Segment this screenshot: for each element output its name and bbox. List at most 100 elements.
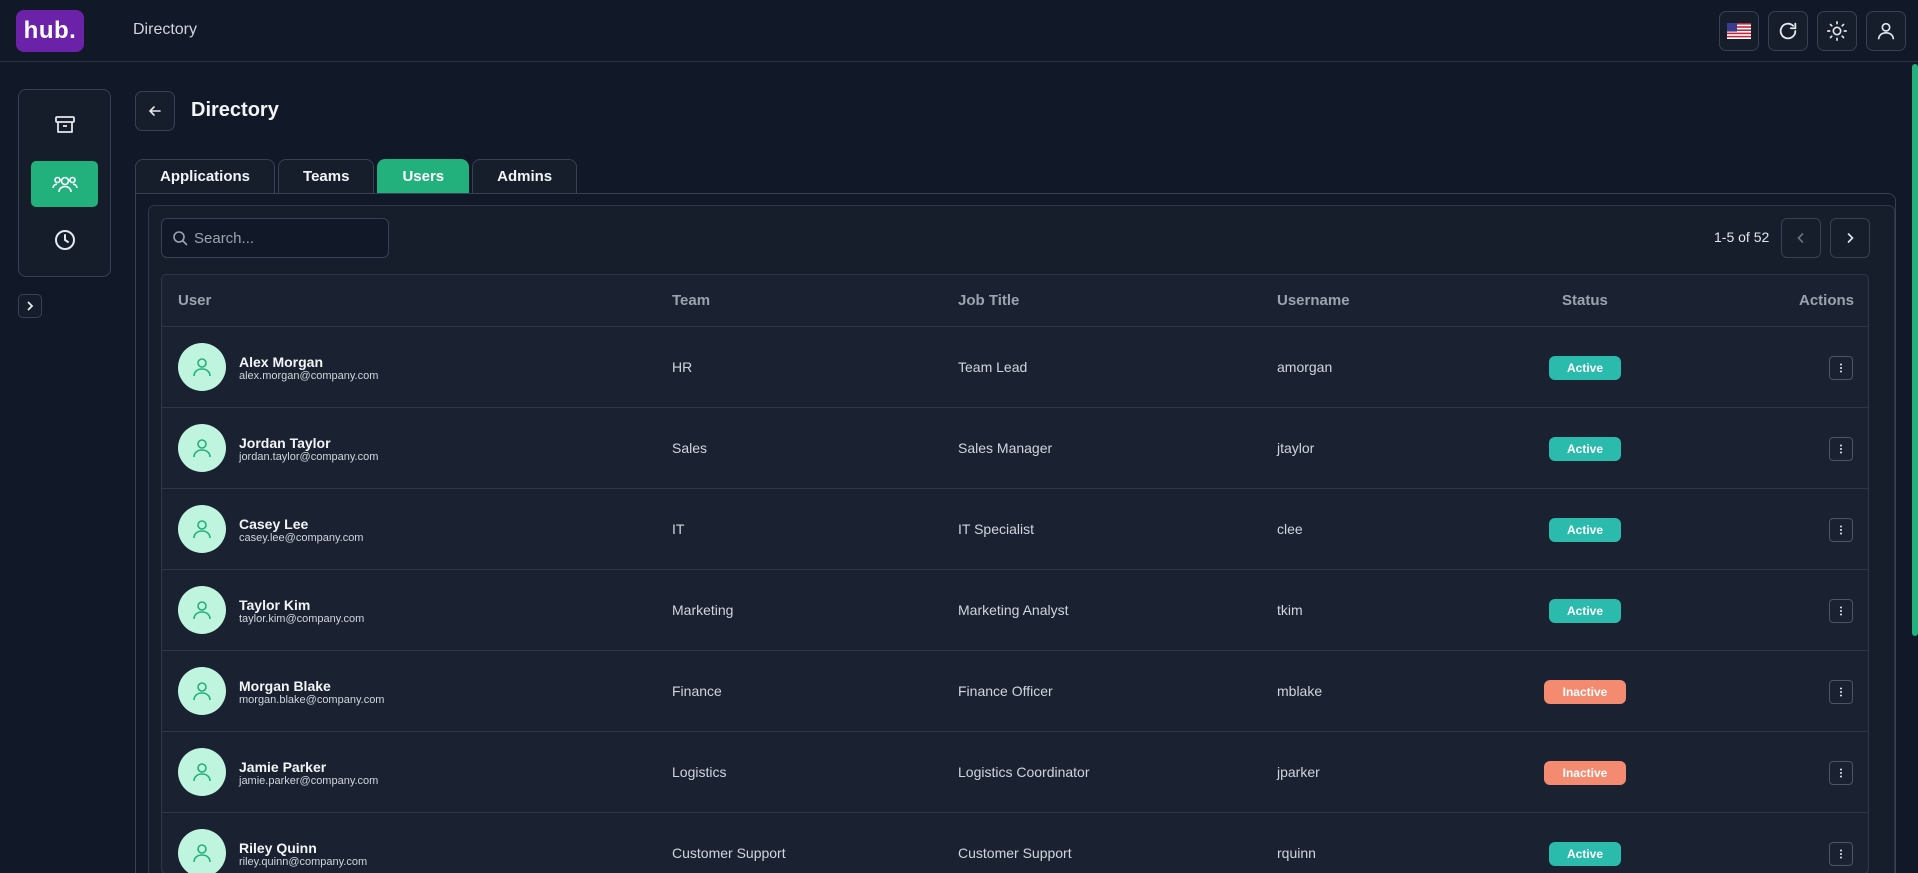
table-row[interactable]: Jamie Parker jamie.parker@company.com Logi…: [162, 732, 1868, 813]
column-header-team[interactable]: Team: [672, 292, 710, 309]
search-box: [161, 218, 389, 258]
tab-applications[interactable]: Applications: [135, 159, 276, 193]
user-name: Riley Quinn: [239, 840, 317, 856]
user-email: riley.quinn@company.com: [239, 856, 368, 868]
user-avatar-icon: [193, 358, 211, 377]
user-email: alex.morgan@company.com: [239, 370, 379, 382]
table-row[interactable]: Casey Lee casey.lee@company.com IT IT Speci…: [162, 489, 1868, 570]
row-actions-button[interactable]: [1829, 356, 1853, 380]
row-actions-button[interactable]: [1829, 761, 1853, 785]
top-bar-title: Directory: [133, 21, 198, 38]
user-job-title: Sales Manager: [958, 440, 1053, 456]
row-actions-button[interactable]: [1829, 518, 1853, 542]
status-badge: Inactive: [1544, 680, 1626, 704]
user-profile-icon: [1877, 22, 1895, 40]
user-username: jparker: [1277, 764, 1320, 780]
top-bar-actions: [1719, 11, 1906, 51]
arrow-left-icon: [148, 106, 161, 116]
users-icon: [51, 176, 78, 193]
page-title: Directory: [191, 99, 279, 121]
profile-button[interactable]: [1866, 11, 1906, 51]
avatar: [178, 667, 226, 715]
user-name: Casey Lee: [239, 516, 309, 532]
user-team: Customer Support: [672, 845, 786, 861]
previous-page-button[interactable]: [1781, 218, 1821, 258]
user-avatar-icon: [193, 844, 211, 863]
row-actions-button[interactable]: [1829, 680, 1853, 704]
hub-logo[interactable]: hub.: [16, 10, 84, 52]
row-actions-button[interactable]: [1829, 599, 1853, 623]
tab-teams[interactable]: Teams: [278, 159, 375, 193]
user-job-title: Logistics Coordinator: [958, 764, 1090, 780]
user-team: Logistics: [672, 764, 727, 780]
user-username: rquinn: [1277, 845, 1316, 861]
user-avatar-icon: [193, 520, 211, 539]
user-job-title: Customer Support: [958, 845, 1072, 861]
search-icon: [173, 231, 188, 246]
pagination-range: 1-5 of 52: [1714, 229, 1770, 245]
tab-users[interactable]: Users: [377, 159, 470, 193]
theme-toggle-button[interactable]: [1817, 11, 1857, 51]
user-name: Jordan Taylor: [239, 435, 331, 451]
search-input[interactable]: [194, 219, 384, 257]
avatar: [178, 424, 226, 472]
user-email: casey.lee@company.com: [239, 532, 364, 544]
next-page-button[interactable]: [1830, 218, 1870, 258]
more-vertical-icon: [1840, 363, 1842, 373]
user-team: Marketing: [672, 602, 734, 618]
sidebar-expand-button[interactable]: [18, 294, 42, 318]
column-header-status[interactable]: Status: [1562, 292, 1608, 309]
user-username: clee: [1277, 521, 1303, 537]
table-row[interactable]: Riley Quinn riley.quinn@company.com Custom…: [162, 813, 1868, 873]
tab-bar: Applications Teams Users Admins: [135, 159, 578, 193]
avatar: [178, 829, 226, 873]
user-avatar-icon: [193, 601, 211, 620]
row-actions-button[interactable]: [1829, 842, 1853, 866]
sidebar-item-history[interactable]: [31, 217, 98, 263]
refresh-icon: [1779, 22, 1797, 40]
user-username: tkim: [1277, 602, 1303, 618]
table-row[interactable]: Morgan Blake morgan.blake@company.com Fina…: [162, 651, 1868, 732]
column-header-job-title[interactable]: Job Title: [958, 292, 1019, 309]
row-actions-button[interactable]: [1829, 437, 1853, 461]
more-vertical-icon: [1840, 444, 1842, 454]
table-row[interactable]: Alex Morgan alex.morgan@company.com HR Team…: [162, 327, 1868, 408]
language-button[interactable]: [1719, 11, 1759, 51]
sidebar-item-users[interactable]: [31, 161, 98, 207]
status-badge: Active: [1549, 356, 1621, 380]
chevron-right-icon: [27, 301, 34, 311]
chevron-right-icon: [1847, 233, 1854, 243]
user-team: Sales: [672, 440, 708, 456]
column-header-user[interactable]: User: [178, 292, 211, 309]
more-vertical-icon: [1840, 525, 1842, 535]
more-vertical-icon: [1840, 687, 1842, 697]
chevron-left-icon: [1797, 233, 1804, 243]
user-team: Finance: [672, 683, 722, 699]
refresh-button[interactable]: [1768, 11, 1808, 51]
sidebar: [18, 89, 111, 277]
user-name: Jamie Parker: [239, 759, 327, 775]
column-header-username[interactable]: Username: [1277, 292, 1350, 309]
avatar: [178, 343, 226, 391]
page-scrollbar[interactable]: [1912, 64, 1918, 636]
user-username: amorgan: [1277, 359, 1333, 375]
more-vertical-icon: [1840, 849, 1842, 859]
sun-icon: [1827, 21, 1847, 41]
user-name: Morgan Blake: [239, 678, 331, 694]
user-avatar-icon: [193, 439, 211, 458]
back-button[interactable]: [135, 91, 175, 131]
clock-icon: [54, 230, 75, 250]
archive-icon: [54, 116, 75, 133]
table-row[interactable]: Taylor Kim taylor.kim@company.com Marketin…: [162, 570, 1868, 651]
user-job-title: Marketing Analyst: [958, 602, 1069, 618]
sidebar-item-applications[interactable]: [31, 102, 98, 148]
table-row[interactable]: Jordan Taylor jordan.taylor@company.com Sa…: [162, 408, 1868, 489]
tab-admins[interactable]: Admins: [472, 159, 578, 193]
user-name: Taylor Kim: [239, 597, 311, 613]
user-avatar-icon: [193, 763, 211, 782]
table-header: User Team Job Title Username Status Acti…: [162, 275, 1868, 327]
user-email: jamie.parker@company.com: [239, 775, 379, 787]
status-badge: Active: [1549, 437, 1621, 461]
user-email: morgan.blake@company.com: [239, 694, 385, 706]
avatar: [178, 748, 226, 796]
